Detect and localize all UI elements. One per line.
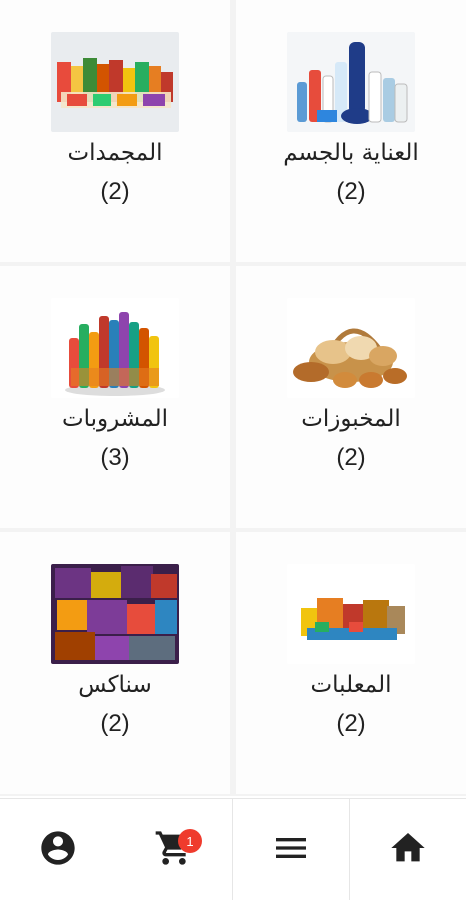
menu-icon — [271, 828, 311, 872]
canned-goods-image — [287, 564, 415, 664]
category-name: المعلبات — [310, 672, 392, 698]
cart-count-badge: 1 — [178, 829, 202, 853]
body-care-image — [287, 32, 415, 132]
category-count: (2) — [336, 178, 366, 205]
category-count: (2) — [100, 178, 130, 205]
home-button[interactable] — [350, 799, 466, 900]
bakery-image — [287, 298, 415, 398]
category-name: المشروبات — [61, 406, 169, 432]
category-name: العناية بالجسم — [283, 140, 419, 166]
category-card-snacks[interactable]: سناكس (2) — [0, 532, 230, 794]
category-card-body-care[interactable]: العناية بالجسم (2) — [236, 0, 466, 262]
account-circle-icon — [38, 828, 78, 872]
home-icon — [388, 828, 428, 872]
beverages-image — [51, 298, 179, 398]
category-card-frozen[interactable]: المجمدات (2) — [0, 0, 230, 262]
category-card-beverages[interactable]: المشروبات (3) — [0, 266, 230, 528]
category-count: (3) — [100, 444, 130, 471]
frozen-foods-image — [51, 32, 179, 132]
category-grid: المجمدات (2) العناية بالجسم (2) المشروبا… — [0, 0, 466, 808]
category-card-canned-goods[interactable]: المعلبات (2) — [236, 532, 466, 794]
category-count: (2) — [100, 710, 130, 737]
category-count: (2) — [336, 710, 366, 737]
menu-button[interactable] — [233, 799, 350, 900]
cart-button[interactable]: 1 — [116, 799, 233, 900]
snacks-image — [51, 564, 179, 664]
category-name: المخبوزات — [301, 406, 401, 432]
category-card-bakery[interactable]: المخبوزات (2) — [236, 266, 466, 528]
category-name: سناكس — [78, 672, 152, 698]
category-count: (2) — [336, 444, 366, 471]
category-name: المجمدات — [67, 140, 163, 166]
account-button[interactable] — [0, 799, 116, 900]
bottom-navigation: 1 — [0, 798, 466, 900]
